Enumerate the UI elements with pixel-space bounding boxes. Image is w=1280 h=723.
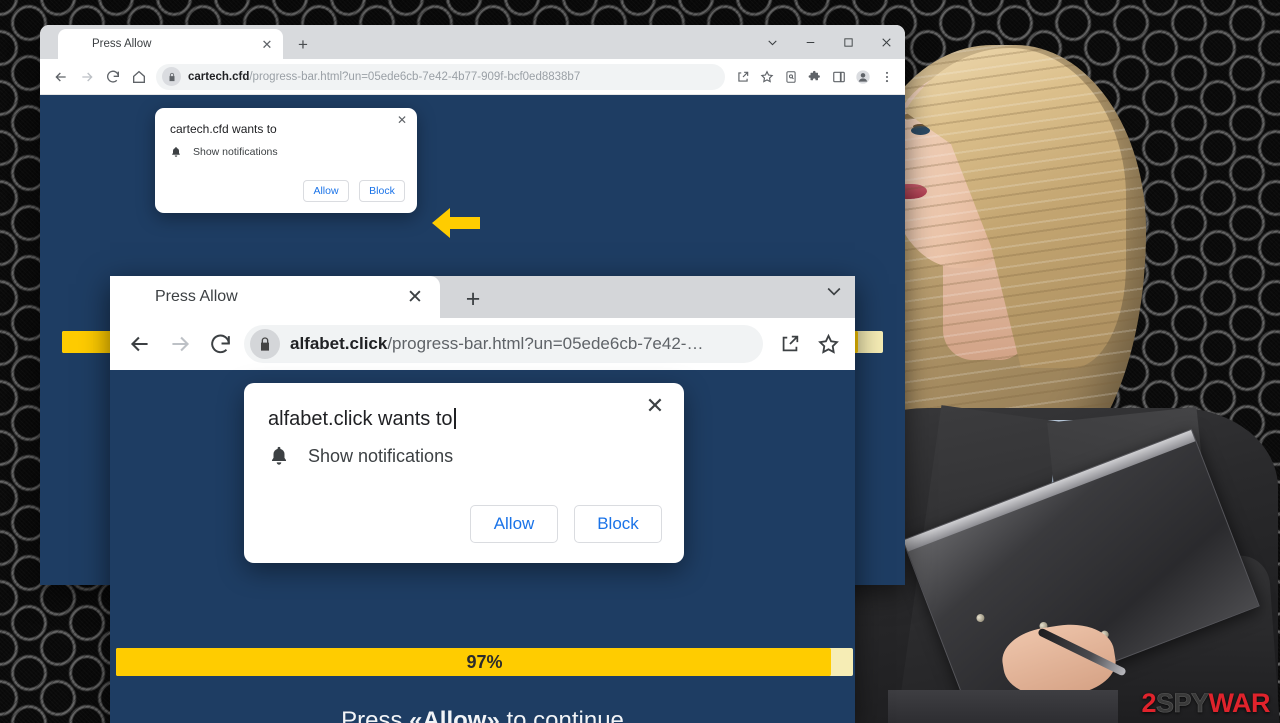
tab-strip-front: Press Allow ✕ + <box>110 276 855 318</box>
bell-icon <box>268 445 290 467</box>
three-dots-menu-icon[interactable] <box>875 65 899 89</box>
profile-avatar-icon[interactable] <box>851 65 875 89</box>
presenter-skirt <box>888 690 1118 723</box>
caption-emphasis: «Allow» <box>409 707 500 723</box>
progress-percent-label: 97% <box>466 651 503 672</box>
address-bar-back[interactable]: cartech.cfd/progress-bar.html?un=05ede6c… <box>156 63 725 90</box>
watermark-part-1: 2 <box>1141 688 1156 718</box>
address-bar-url: alfabet.click/progress-bar.html?un=05ede… <box>290 334 703 354</box>
address-bar-url: cartech.cfd/progress-bar.html?un=05ede6c… <box>188 71 580 83</box>
progress-bar-front: 97% <box>116 648 853 676</box>
arrow-left-icon[interactable] <box>120 324 160 364</box>
tab-title: Press Allow <box>155 288 238 305</box>
caption-after: to continue <box>499 707 624 723</box>
text-caret <box>453 408 456 429</box>
dialog-title: cartech.cfd wants to <box>170 122 277 136</box>
close-icon[interactable] <box>867 25 905 59</box>
watermark-part-2: SPY <box>1155 688 1210 718</box>
permission-row: Show notifications <box>170 146 278 158</box>
arrow-right-icon[interactable] <box>74 64 100 90</box>
permission-label: Show notifications <box>193 146 278 158</box>
dialog-title: alfabet.click wants to <box>268 408 456 431</box>
allow-button[interactable]: Allow <box>303 180 349 202</box>
watermark-part-3: WAR <box>1208 688 1271 718</box>
notification-permission-dialog-back[interactable]: ✕ cartech.cfd wants to Show notification… <box>155 108 417 213</box>
toolbar-front: alfabet.click/progress-bar.html?un=05ede… <box>110 318 855 370</box>
bell-icon <box>170 146 182 158</box>
tab-press-allow-front[interactable]: Press Allow ✕ <box>110 276 440 318</box>
share-icon[interactable] <box>771 325 809 363</box>
minimize-icon[interactable] <box>791 25 829 59</box>
tab-press-allow-back[interactable]: Press Allow ✕ <box>58 29 283 59</box>
star-icon[interactable] <box>755 65 779 89</box>
dialog-title-text: alfabet.click wants to <box>268 408 453 430</box>
lock-icon[interactable] <box>162 67 181 86</box>
window-controls-back <box>753 25 905 59</box>
block-button[interactable]: Block <box>359 180 405 202</box>
allow-button[interactable]: Allow <box>470 505 558 543</box>
close-icon[interactable]: ✕ <box>394 112 410 128</box>
home-icon[interactable] <box>126 64 152 90</box>
arrow-left-pointer <box>430 203 482 248</box>
lock-icon[interactable] <box>250 329 280 359</box>
site-watermark: 2SPYWAR <box>1141 688 1271 718</box>
close-icon[interactable]: ✕ <box>400 282 430 312</box>
address-bar-front[interactable]: alfabet.click/progress-bar.html?un=05ede… <box>244 325 763 363</box>
screenshot-root: Press Allow ✕ + cartech.cfd/progress-bar… <box>0 0 1280 723</box>
plus-icon[interactable]: + <box>458 284 488 314</box>
reload-icon[interactable] <box>100 64 126 90</box>
caption-before: Press <box>341 707 410 723</box>
browser-window-front: Press Allow ✕ + alfabet.click/progress-b… <box>110 276 855 723</box>
folder-stud <box>975 612 986 624</box>
url-domain: alfabet.click <box>290 334 388 353</box>
plus-icon[interactable]: + <box>292 33 314 55</box>
dialog-actions: Allow Block <box>303 180 405 202</box>
star-icon[interactable] <box>809 325 847 363</box>
close-icon[interactable]: ✕ <box>257 34 277 54</box>
toolbar-back: cartech.cfd/progress-bar.html?un=05ede6c… <box>40 59 905 95</box>
puzzle-icon[interactable] <box>803 65 827 89</box>
close-icon[interactable]: ✕ <box>640 391 670 421</box>
reading-list-icon[interactable] <box>779 65 803 89</box>
press-allow-caption: Press «Allow» to continue <box>110 707 855 723</box>
chevron-down-icon[interactable] <box>819 276 849 306</box>
page-content-front: ✕ alfabet.click wants to Show notificati… <box>110 370 855 723</box>
presenter-photo <box>848 0 1280 723</box>
notification-permission-dialog-front[interactable]: ✕ alfabet.click wants to Show notificati… <box>244 383 684 563</box>
share-icon[interactable] <box>731 65 755 89</box>
presenter-eye <box>911 126 930 135</box>
arrow-right-icon[interactable] <box>160 324 200 364</box>
permission-label: Show notifications <box>308 445 454 466</box>
url-path: /progress-bar.html?un=05ede6cb-7e42-4b77… <box>249 70 581 83</box>
arrow-left-icon[interactable] <box>48 64 74 90</box>
dialog-actions: Allow Block <box>470 505 662 543</box>
url-path: /progress-bar.html?un=05ede6cb-7e42-… <box>387 334 704 353</box>
block-button[interactable]: Block <box>574 505 662 543</box>
reload-icon[interactable] <box>200 324 240 364</box>
permission-row: Show notifications <box>268 445 453 467</box>
tab-title: Press Allow <box>92 38 152 50</box>
tab-strip-back: Press Allow ✕ + <box>40 25 905 59</box>
chevron-down-icon[interactable] <box>753 25 791 59</box>
side-panel-icon[interactable] <box>827 65 851 89</box>
maximize-icon[interactable] <box>829 25 867 59</box>
url-domain: cartech.cfd <box>188 70 250 83</box>
